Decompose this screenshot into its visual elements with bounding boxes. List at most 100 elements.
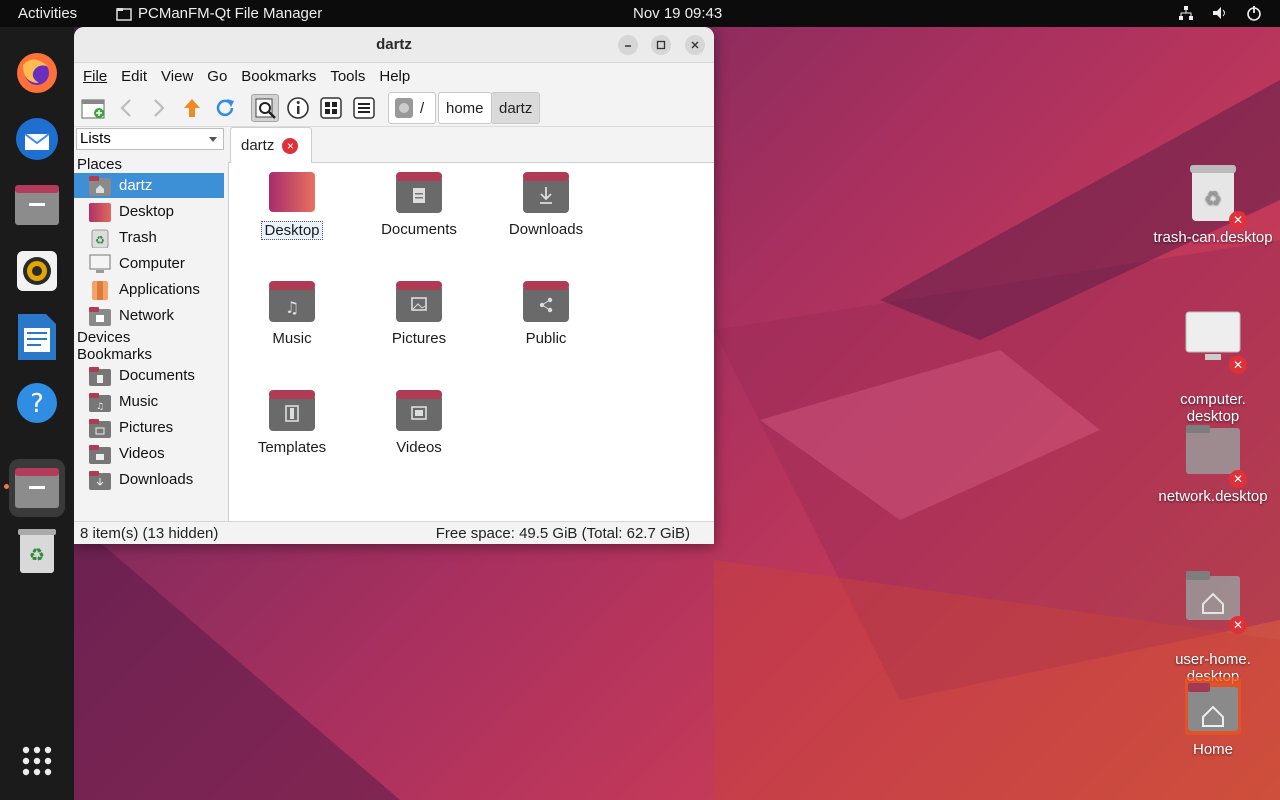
file-item-pictures[interactable]: Pictures	[364, 280, 474, 347]
title-bar[interactable]: dartz	[74, 27, 714, 63]
breadcrumb-dartz[interactable]: dartz	[491, 92, 541, 124]
computer-icon	[89, 254, 111, 273]
sidebar-mode-value: Lists	[80, 130, 111, 147]
dock-firefox[interactable]	[9, 45, 65, 101]
home-folder-icon	[1185, 677, 1241, 735]
sidebar-bookmark-pictures[interactable]: Pictures	[74, 415, 224, 440]
list-view-button[interactable]	[350, 94, 378, 122]
sidebar-item-label: Network	[119, 307, 175, 324]
forward-button[interactable]	[145, 94, 173, 122]
menu-help[interactable]: Help	[379, 68, 410, 85]
dock-rhythmbox[interactable]	[9, 243, 65, 299]
sidebar-item-label: Computer	[119, 255, 185, 272]
system-tray[interactable]	[1178, 5, 1262, 21]
app-menu[interactable]: PCManFM-Qt File Manager	[116, 5, 322, 22]
sidebar-bookmark-documents[interactable]: Documents	[74, 363, 224, 388]
sidebar-item-applications[interactable]: Applications	[74, 277, 224, 302]
sidebar-item-trash[interactable]: ♻ Trash	[74, 225, 224, 250]
dock-help[interactable]: ?	[9, 375, 65, 431]
file-item-desktop[interactable]: Desktop	[237, 171, 347, 240]
file-item-label: Music	[272, 330, 312, 347]
activities-button[interactable]: Activities	[18, 5, 77, 22]
sidebar-item-label: Trash	[119, 229, 157, 246]
broken-link-badge-icon: ✕	[1229, 470, 1247, 488]
tab-close-icon[interactable]: ×	[282, 137, 299, 154]
firefox-icon	[17, 53, 57, 93]
sidebar-item-dartz[interactable]: dartz	[74, 173, 224, 198]
up-button[interactable]	[178, 94, 206, 122]
reload-button[interactable]	[211, 94, 239, 122]
maximize-button[interactable]	[651, 35, 671, 55]
menu-view[interactable]: View	[161, 68, 193, 85]
power-icon[interactable]	[1246, 5, 1262, 21]
new-tab-button[interactable]	[79, 94, 107, 122]
breadcrumb-home[interactable]: home	[438, 92, 492, 124]
desktop-icon-computer[interactable]: ✕ computer. desktop	[1149, 293, 1277, 425]
file-manager-icon	[15, 468, 59, 508]
up-arrow-icon	[184, 99, 200, 117]
reload-icon	[216, 99, 234, 117]
item-count: 8 item(s) (13 hidden)	[80, 525, 219, 542]
volume-icon[interactable]	[1212, 5, 1228, 21]
desktop-icon-label: trash-can.desktop	[1153, 229, 1273, 246]
file-view[interactable]: Desktop Documents Downloads ♫ Music Pict…	[228, 163, 714, 521]
sidebar-item-computer[interactable]: Computer	[74, 251, 224, 276]
home-folder-icon: ✕	[1185, 570, 1247, 634]
network-icon[interactable]	[1178, 5, 1194, 21]
menu-file[interactable]: File	[83, 68, 107, 85]
devices-header: Devices	[77, 329, 131, 346]
close-button[interactable]	[685, 35, 705, 55]
dock-pcmanfm[interactable]	[9, 459, 65, 517]
sidebar-bookmark-music[interactable]: ♫ Music	[74, 389, 224, 414]
app-name: PCManFM-Qt File Manager	[138, 5, 323, 22]
sidebar-item-desktop[interactable]: Desktop	[74, 199, 224, 224]
sidebar-item-network[interactable]: Network	[74, 303, 224, 328]
drive-icon	[395, 98, 413, 118]
file-item-templates[interactable]: Templates	[237, 389, 347, 456]
clock[interactable]: Nov 19 09:43	[633, 5, 722, 22]
menu-bookmarks[interactable]: Bookmarks	[241, 68, 316, 85]
dock-trash[interactable]: ♻	[9, 523, 65, 579]
desktop-icon-network[interactable]: ✕ network.desktop	[1149, 424, 1277, 505]
sidebar-item-label: Documents	[119, 367, 195, 384]
icon-view-button[interactable]	[251, 94, 279, 122]
magnifier-icon	[255, 98, 276, 119]
file-item-downloads[interactable]: Downloads	[491, 171, 601, 238]
grid-view-button[interactable]	[317, 94, 345, 122]
dock-thunderbird[interactable]	[9, 111, 65, 167]
file-item-videos[interactable]: Videos	[364, 389, 474, 456]
close-icon	[691, 41, 699, 49]
show-apps-button[interactable]	[9, 733, 65, 789]
file-item-public[interactable]: Public	[491, 280, 601, 347]
info-button[interactable]	[284, 94, 312, 122]
dock-writer[interactable]	[9, 309, 65, 365]
minimize-button[interactable]	[618, 35, 638, 55]
sidebar-bookmark-videos[interactable]: Videos	[74, 441, 224, 466]
forward-arrow-icon	[154, 99, 165, 117]
file-item-music[interactable]: ♫ Music	[237, 280, 347, 347]
desktop-icon-trash-can[interactable]: ♻ ✕ trash-can.desktop	[1149, 165, 1277, 246]
file-item-documents[interactable]: Documents	[364, 171, 474, 238]
menu-bar: File Edit View Go Bookmarks Tools Help	[74, 63, 714, 89]
menu-tools[interactable]: Tools	[330, 68, 365, 85]
desktop-icon-home[interactable]: Home	[1149, 677, 1277, 758]
sidebar-bookmark-downloads[interactable]: Downloads	[74, 467, 224, 492]
public-share-folder-icon	[522, 280, 570, 322]
svg-text:♫: ♫	[285, 298, 299, 317]
top-bar: Activities PCManFM-Qt File Manager Nov 1…	[0, 0, 1280, 27]
tab-dartz[interactable]: dartz ×	[230, 127, 312, 163]
sidebar-mode-select[interactable]: Lists	[76, 128, 224, 150]
breadcrumb-root[interactable]: /	[388, 92, 436, 124]
new-tab-icon	[81, 99, 105, 119]
back-button[interactable]	[112, 94, 140, 122]
applications-icon	[92, 280, 108, 300]
computer-icon: ✕	[1185, 310, 1247, 374]
menu-go[interactable]: Go	[207, 68, 227, 85]
file-manager-window: dartz File Edit View Go Bookmarks Tools …	[74, 27, 714, 544]
dock-files[interactable]	[9, 177, 65, 233]
downloads-folder-icon	[89, 470, 111, 490]
menu-edit[interactable]: Edit	[121, 68, 147, 85]
pictures-folder-icon	[395, 280, 443, 322]
desktop-icon-user-home[interactable]: ✕ user-home. desktop	[1149, 553, 1277, 685]
broken-link-badge-icon: ✕	[1229, 616, 1247, 634]
